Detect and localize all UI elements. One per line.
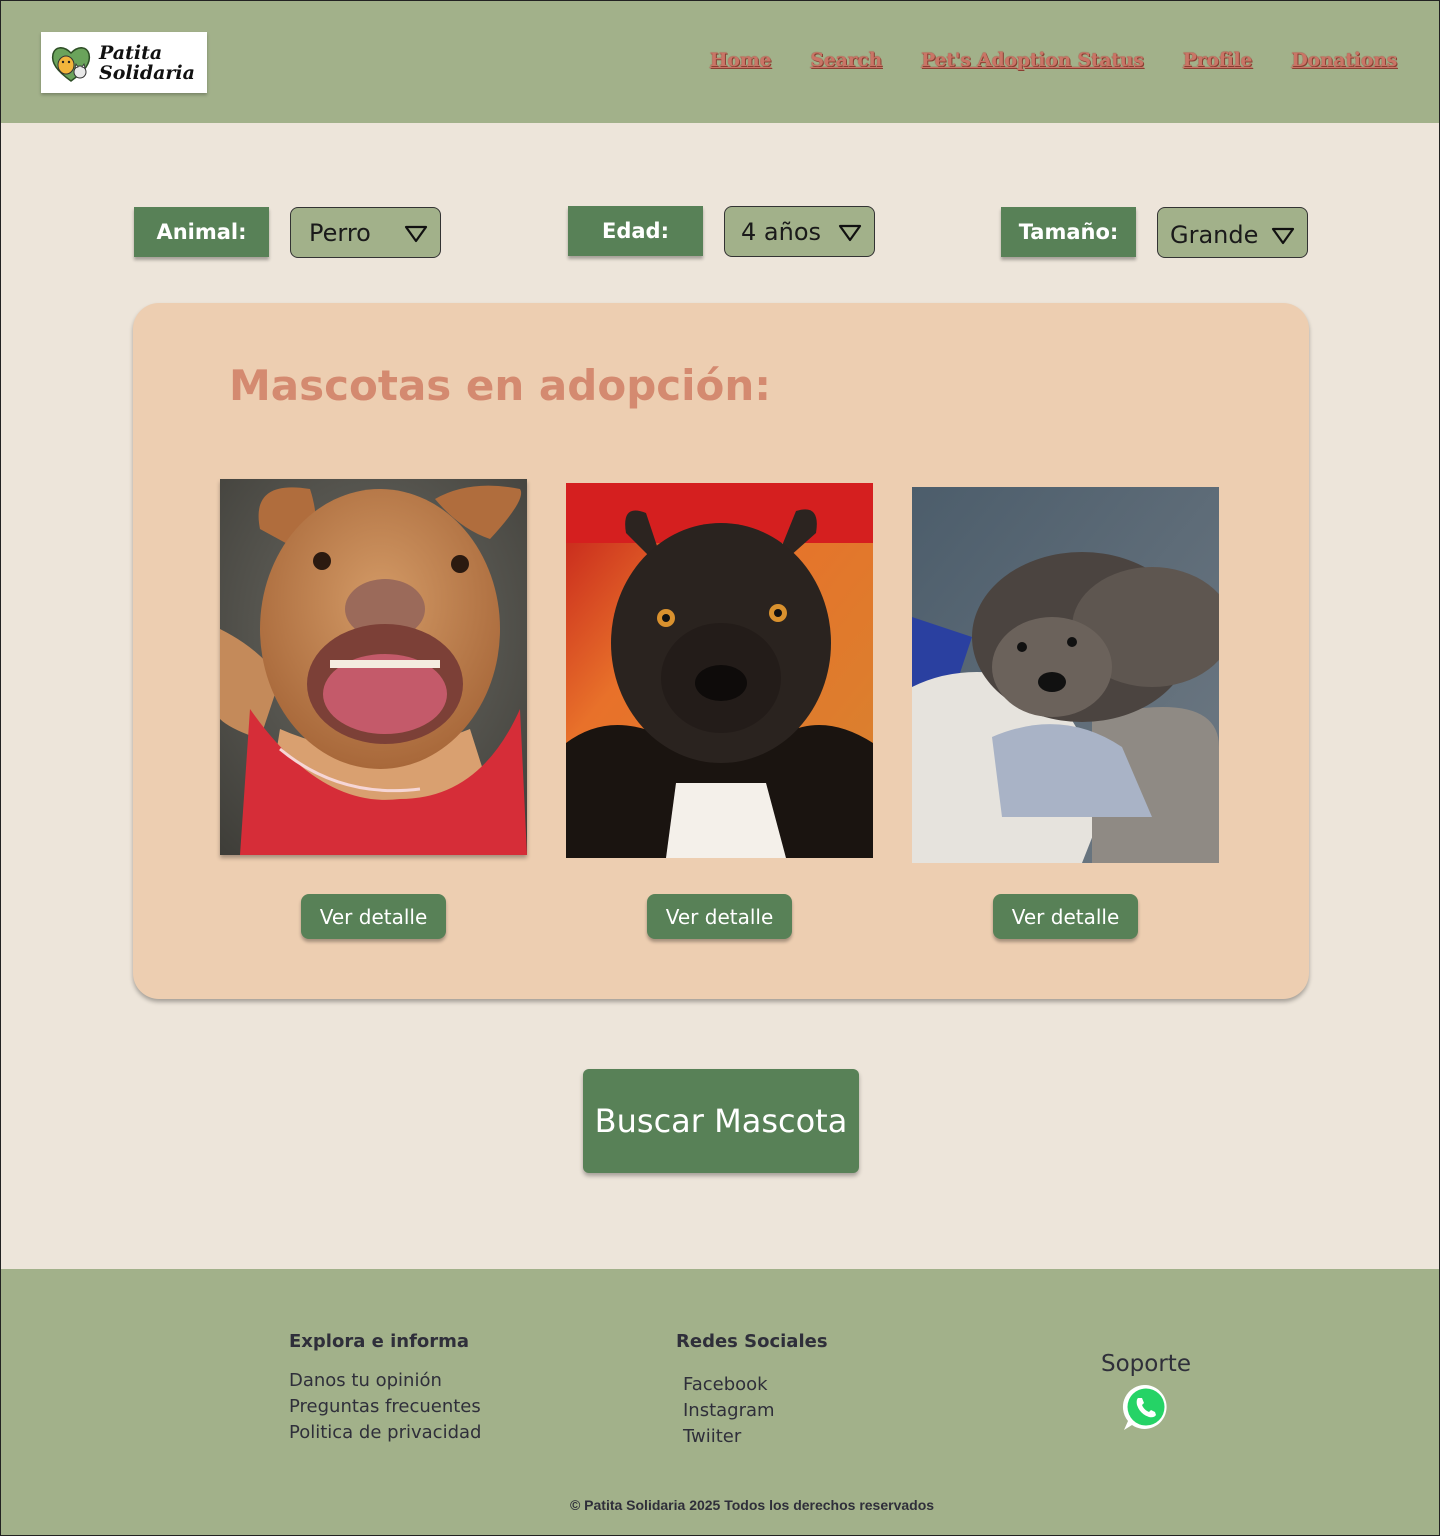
dog-photo-1 xyxy=(220,479,527,855)
header: Patita Solidaria Home Search Pet's Adopt… xyxy=(1,1,1439,123)
footer-link-twitter[interactable]: Twiiter xyxy=(683,1426,741,1447)
adoption-title: Mascotas en adopción: xyxy=(229,361,772,410)
size-select[interactable]: Grande xyxy=(1157,207,1308,258)
nav-adoption-status[interactable]: Pet's Adoption Status xyxy=(921,49,1144,71)
footer-link-faq[interactable]: Preguntas frecuentes xyxy=(289,1396,481,1417)
ver-detalle-button-3[interactable]: Ver detalle xyxy=(993,894,1138,939)
age-select-value: 4 años xyxy=(741,217,822,246)
logo[interactable]: Patita Solidaria xyxy=(41,32,207,93)
nav-home[interactable]: Home xyxy=(710,49,772,71)
pet-logo-icon xyxy=(51,46,91,82)
nav-profile[interactable]: Profile xyxy=(1183,49,1253,71)
animal-select[interactable]: Perro xyxy=(290,207,441,258)
brand-line-2: Solidaria xyxy=(99,61,195,84)
size-filter-label: Tamaño: xyxy=(1001,207,1136,257)
footer-link-facebook[interactable]: Facebook xyxy=(683,1374,768,1395)
age-select[interactable]: 4 años xyxy=(724,206,875,257)
pet-photo-2[interactable] xyxy=(566,483,873,858)
age-filter-label: Edad: xyxy=(568,206,703,256)
dog-photo-3 xyxy=(912,487,1219,863)
explore-title: Explora e informa xyxy=(289,1331,470,1352)
footer-link-instagram[interactable]: Instagram xyxy=(683,1400,775,1421)
main-nav: Home Search Pet's Adoption Status Profil… xyxy=(671,49,1398,71)
support-title: Soporte xyxy=(1101,1351,1191,1377)
ver-detalle-button-2[interactable]: Ver detalle xyxy=(647,894,792,939)
animal-filter-label: Animal: xyxy=(134,207,269,257)
footer-link-opinion[interactable]: Danos tu opinión xyxy=(289,1370,442,1391)
nav-search[interactable]: Search xyxy=(810,49,882,71)
footer-link-privacy[interactable]: Politica de privacidad xyxy=(289,1422,481,1443)
dropdown-triangle-icon xyxy=(1271,227,1295,245)
adoption-card: Mascotas en adopción: Ver detalle Ver de… xyxy=(133,303,1309,999)
nav-donations[interactable]: Donations xyxy=(1291,49,1397,71)
whatsapp-icon[interactable] xyxy=(1121,1383,1171,1437)
dropdown-triangle-icon xyxy=(404,225,428,243)
footer: Explora e informa Danos tu opinión Pregu… xyxy=(1,1269,1439,1535)
pet-photo-3[interactable] xyxy=(912,487,1219,863)
social-title: Redes Sociales xyxy=(676,1331,828,1352)
pet-photo-1[interactable] xyxy=(220,479,527,855)
ver-detalle-button-1[interactable]: Ver detalle xyxy=(301,894,446,939)
animal-select-value: Perro xyxy=(309,218,371,247)
copyright: © Patita Solidaria 2025 Todos los derech… xyxy=(569,1497,935,1513)
dog-photo-2 xyxy=(566,483,873,858)
dropdown-triangle-icon xyxy=(838,224,862,242)
size-select-value: Grande xyxy=(1170,220,1259,249)
brand-name: Patita Solidaria xyxy=(99,43,195,83)
buscar-mascota-button[interactable]: Buscar Mascota xyxy=(583,1069,859,1173)
brand-line-1: Patita xyxy=(99,41,163,64)
